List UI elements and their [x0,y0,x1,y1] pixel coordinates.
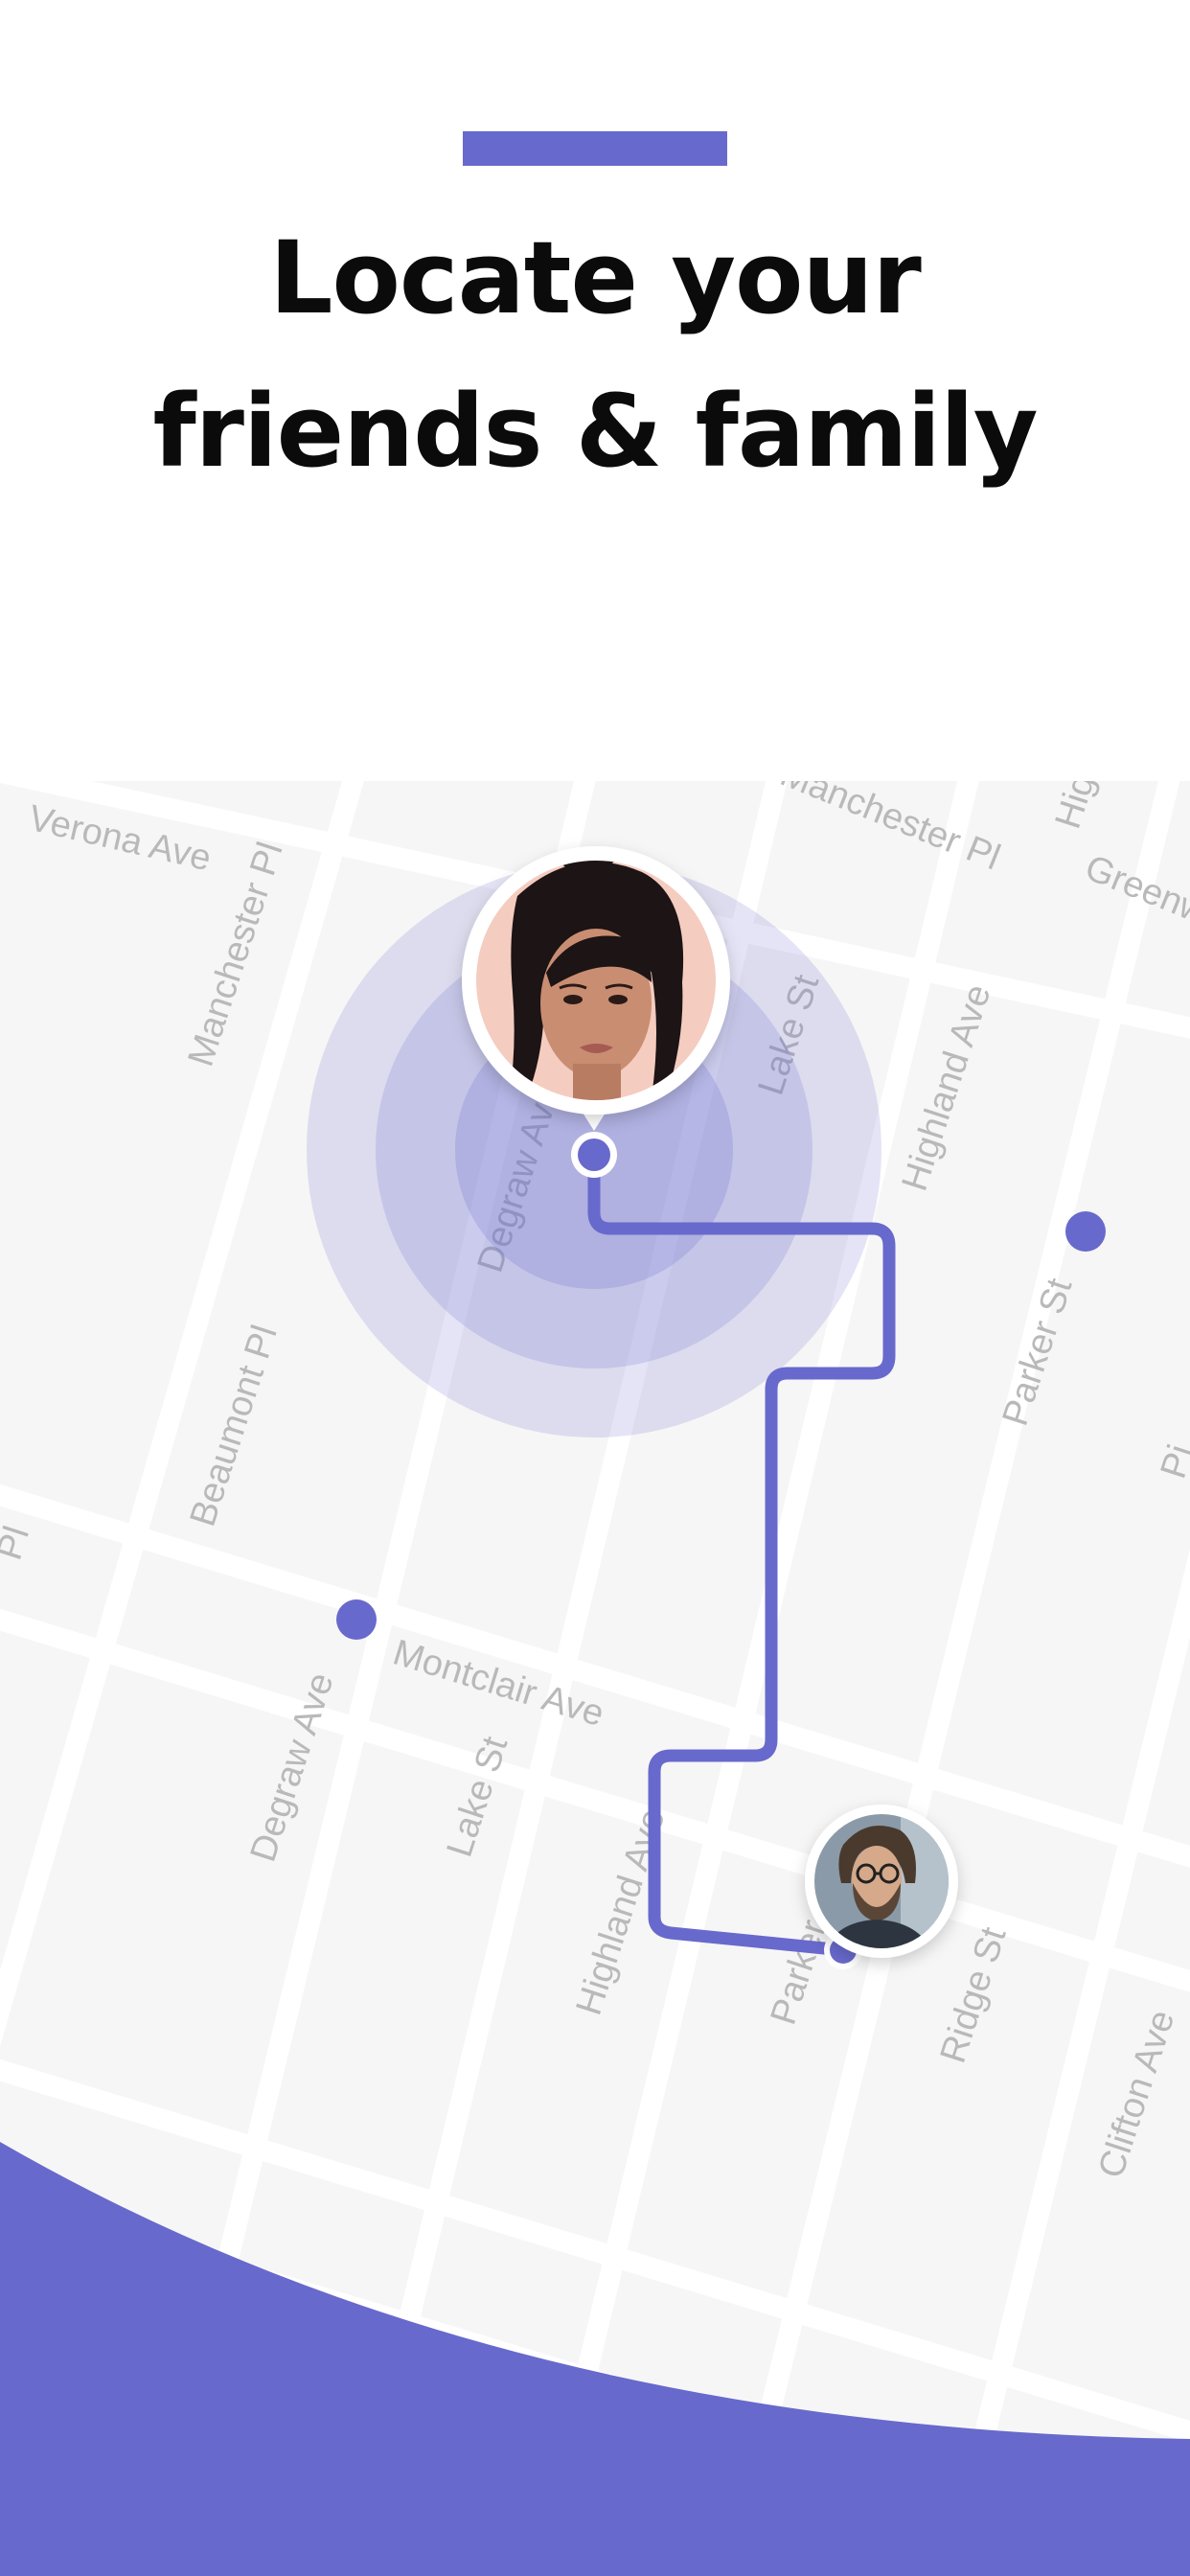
accent-bar [463,131,727,166]
location-dot[interactable] [336,1599,377,1640]
headline-line-1: Locate your [269,219,922,336]
pin-dot-center [578,1138,610,1171]
map-view[interactable]: Verona Ave Manchester Pl Manchester Pl H… [0,781,1190,2576]
headline: Locate your friends & family [0,201,1190,508]
location-dot[interactable] [1065,1211,1106,1252]
headline-line-2: friends & family [152,373,1038,490]
